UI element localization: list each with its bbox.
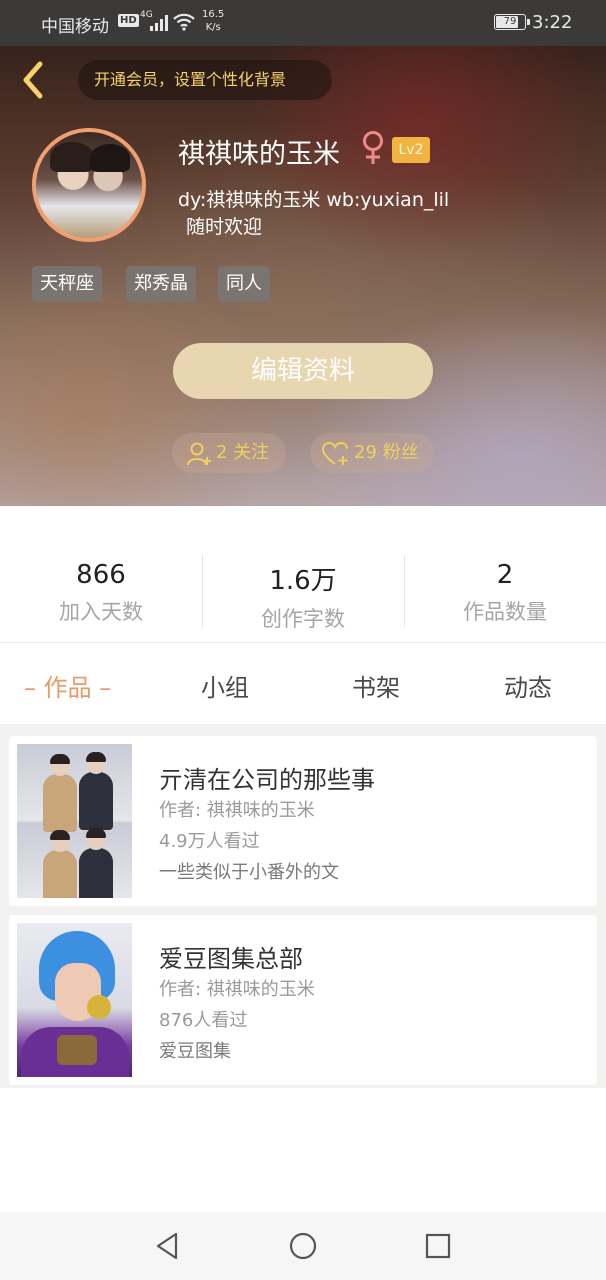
edit-profile-button[interactable]: 编辑资料 <box>173 343 433 399</box>
speed-unit: K/s <box>205 22 221 33</box>
battery-icon: 79 <box>494 14 530 30</box>
stat-value: 2 <box>496 560 514 590</box>
work-author: 作者: 祺祺味的玉米 <box>159 800 315 821</box>
work-title: 爱豆图集总部 <box>159 945 303 973</box>
divider <box>0 642 606 643</box>
tag-item[interactable]: 同人 <box>218 266 270 302</box>
system-nav-bar <box>0 1212 606 1280</box>
square-recent-icon[interactable] <box>422 1230 454 1262</box>
circle-home-icon[interactable] <box>287 1230 319 1262</box>
avatar[interactable] <box>32 128 146 242</box>
work-description: 一些类似于小番外的文 <box>159 862 339 883</box>
work-title: 亓清在公司的那些事 <box>159 766 375 794</box>
signal-icon <box>150 15 168 31</box>
tag-item[interactable]: 天秤座 <box>32 266 102 302</box>
work-cover-image <box>17 923 132 1077</box>
tab-bookshelf[interactable]: 书架 <box>352 668 400 703</box>
followers-button[interactable]: 29 粉丝 <box>310 433 434 473</box>
following-count: 2 关注 <box>216 442 270 463</box>
female-icon <box>363 131 383 164</box>
followers-count: 29 粉丝 <box>354 442 419 463</box>
bio-line-2: 随时欢迎 <box>186 216 263 238</box>
work-views: 4.9万人看过 <box>159 831 260 852</box>
stat-value: 1.6万 <box>269 566 337 596</box>
chevron-left-icon[interactable] <box>16 58 50 102</box>
speed-value: 16.5 <box>202 9 225 20</box>
stat-value: 866 <box>76 560 126 590</box>
user-add-icon <box>187 442 211 466</box>
triangle-back-icon[interactable] <box>152 1230 184 1262</box>
work-description: 爱豆图集 <box>159 1041 231 1062</box>
tab-groups[interactable]: 小组 <box>201 668 249 703</box>
network-speed: 16.5 K/s <box>202 8 224 34</box>
work-author: 作者: 祺祺味的玉米 <box>159 979 315 1000</box>
clock: 3:22 <box>532 12 573 33</box>
status-bar: 中国移动 HD 4G 16.5 K/s 79 3:22 <box>0 0 606 46</box>
tag-item[interactable]: 郑秀晶 <box>126 266 196 302</box>
profile-header: 中国移动 HD 4G 16.5 K/s 79 3:22 开通会员，设置个性化背景 <box>0 0 606 506</box>
carrier-name: 中国移动 <box>41 17 109 37</box>
stat-label: 创作字数 <box>261 607 345 631</box>
stat-label: 作品数量 <box>463 600 547 624</box>
work-cover-image <box>17 744 132 898</box>
username: 祺祺味的玉米 <box>178 139 340 170</box>
stat-days-joined: 866 加入天数 <box>0 560 202 626</box>
level-badge: Lv2 <box>392 137 430 163</box>
stat-label: 加入天数 <box>59 600 143 624</box>
work-card[interactable]: 亓清在公司的那些事 作者: 祺祺味的玉米 4.9万人看过 一些类似于小番外的文 <box>9 736 597 906</box>
wifi-icon <box>173 13 195 31</box>
stat-works-count: 2 作品数量 <box>404 560 606 626</box>
following-button[interactable]: 2 关注 <box>172 433 286 473</box>
work-card[interactable]: 爱豆图集总部 作者: 祺祺味的玉米 876人看过 爱豆图集 <box>9 915 597 1085</box>
work-views: 876人看过 <box>159 1010 248 1031</box>
battery-level: 79 <box>503 16 517 27</box>
tab-works[interactable]: – 作品 – <box>24 668 111 703</box>
bio-line-1: dy:祺祺味的玉米 wb:yuxian_lil <box>178 189 450 211</box>
vip-background-prompt[interactable]: 开通会员，设置个性化背景 <box>78 60 332 100</box>
heart-add-icon <box>322 441 348 465</box>
stat-word-count: 1.6万 创作字数 <box>202 560 404 633</box>
tab-activity[interactable]: 动态 <box>504 668 552 703</box>
works-list: 亓清在公司的那些事 作者: 祺祺味的玉米 4.9万人看过 一些类似于小番外的文 … <box>0 724 606 1088</box>
hd-badge: HD <box>118 14 139 27</box>
